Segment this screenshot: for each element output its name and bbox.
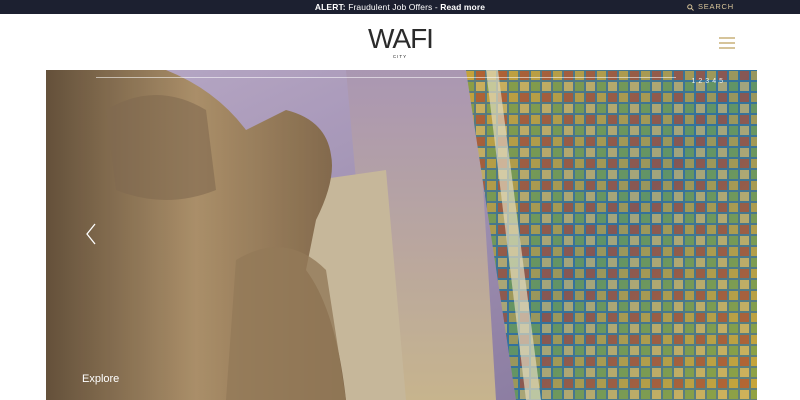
hamburger-menu-icon[interactable] xyxy=(719,37,735,49)
slide-dot-3[interactable]: 3 xyxy=(705,78,709,85)
logo-subtitle: CITY xyxy=(392,54,408,59)
site-header: WAFI CITY xyxy=(0,14,800,70)
slide-dot-2[interactable]: 2 xyxy=(698,78,702,85)
site-logo[interactable]: WAFI CITY xyxy=(368,23,434,65)
hero-image xyxy=(46,70,757,400)
slide-dot-5[interactable]: 5 xyxy=(719,78,723,85)
alert-separator: - xyxy=(434,2,438,12)
search-icon xyxy=(687,3,694,11)
alert-message: ALERT: Fraudulent Job Offers - Read more xyxy=(0,0,800,14)
search-button[interactable]: SEARCH xyxy=(687,0,734,14)
slide-dot-1[interactable]: 1 xyxy=(691,78,695,85)
explore-link[interactable]: Explore xyxy=(82,373,119,385)
slide-dot-4[interactable]: 4 xyxy=(712,78,716,85)
alert-label: ALERT: xyxy=(314,2,346,12)
logo-wordmark: WAFI xyxy=(368,23,434,54)
search-label: SEARCH xyxy=(697,2,734,11)
slide-progress-line xyxy=(96,77,676,78)
alert-text: Fraudulent Job Offers xyxy=(348,2,433,12)
chevron-left-icon[interactable] xyxy=(84,222,98,246)
read-more-link[interactable]: Read more xyxy=(440,2,485,12)
alert-bar: ALERT: Fraudulent Job Offers - Read more… xyxy=(0,0,800,14)
slide-pager: 1 2 3 4 5 xyxy=(691,78,723,85)
hero-slider[interactable]: 1 2 3 4 5 Explore xyxy=(46,70,757,400)
